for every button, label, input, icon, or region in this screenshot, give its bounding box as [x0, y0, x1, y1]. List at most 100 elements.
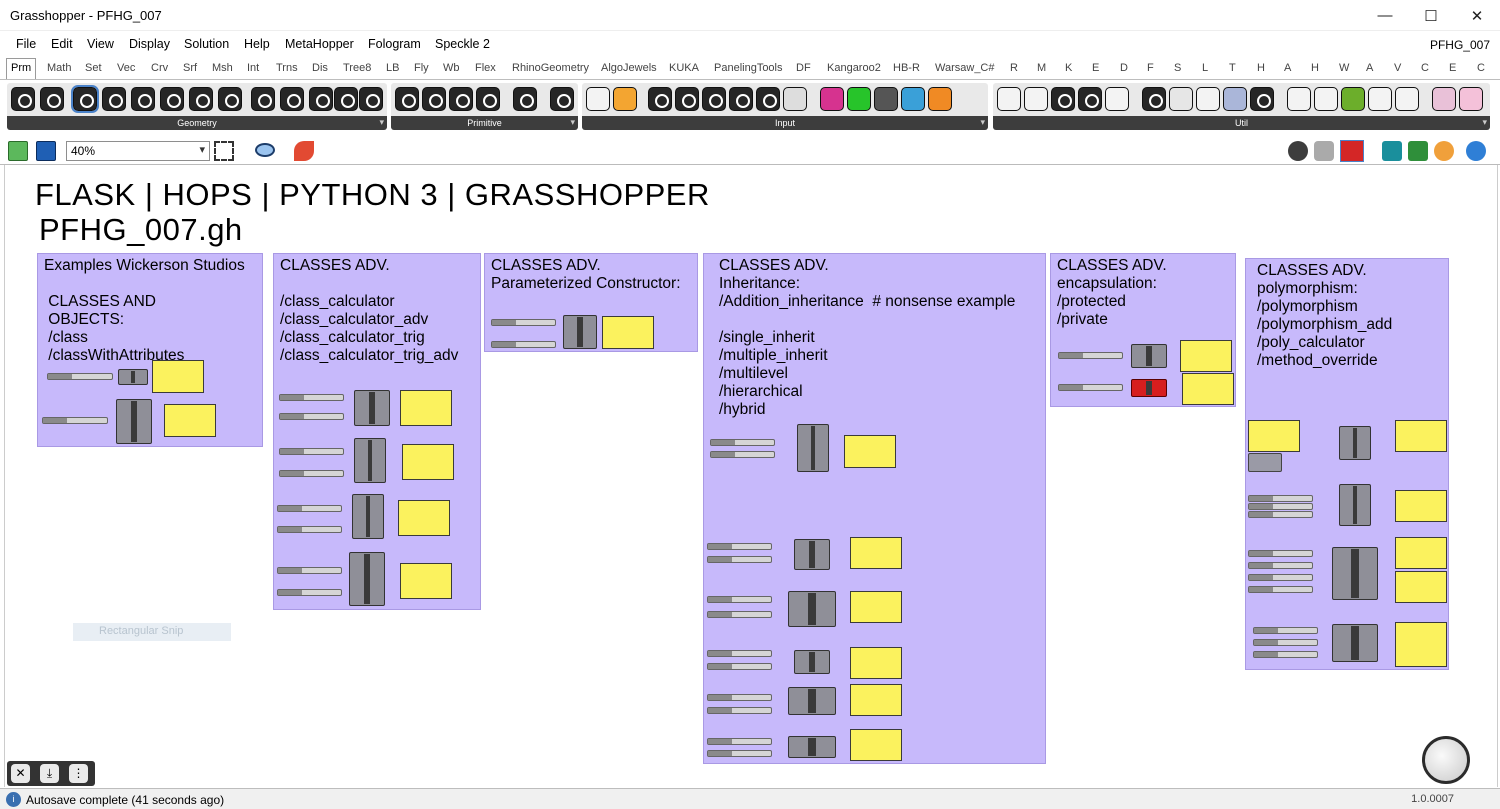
tab-a2[interactable]: A [1366, 62, 1373, 74]
matrix-icon[interactable] [847, 87, 871, 111]
number-slider[interactable] [707, 596, 772, 603]
tab-e2[interactable]: E [1449, 62, 1456, 74]
output-panel[interactable] [400, 390, 452, 426]
number-slider[interactable] [710, 439, 775, 446]
group-polymorphism[interactable]: CLASSES ADV. polymorphism: /polymorphism… [1245, 258, 1449, 670]
no-search-icon[interactable] [1395, 87, 1419, 111]
tab-df[interactable]: DF [796, 62, 811, 74]
number-slider[interactable] [491, 319, 556, 326]
box-icon[interactable] [280, 87, 304, 111]
group-class-calculator[interactable]: CLASSES ADV. /class_calculator /class_ca… [273, 253, 481, 610]
hops-component[interactable] [1131, 344, 1167, 368]
menu-file[interactable]: File [16, 37, 36, 51]
flask-icon[interactable] [1459, 87, 1483, 111]
number-slider[interactable] [707, 611, 772, 618]
menu-metahopper[interactable]: MetaHopper [285, 37, 354, 51]
number-slider[interactable] [1248, 574, 1313, 581]
line-icon[interactable] [102, 87, 126, 111]
number-slider[interactable] [707, 707, 772, 714]
toggle-icon[interactable] [675, 87, 699, 111]
tab-prm[interactable]: Prm [6, 58, 37, 79]
tab-hb-r[interactable]: HB-R [893, 62, 920, 74]
hops-component[interactable] [794, 539, 830, 570]
number-slider[interactable] [1058, 384, 1123, 391]
hops-component[interactable] [563, 315, 597, 349]
zoom-extents-icon[interactable] [214, 141, 234, 161]
number-slider[interactable] [277, 589, 342, 596]
arrow-outline-icon[interactable] [1314, 87, 1338, 111]
wireframe-icon[interactable] [1314, 141, 1334, 161]
md-slider-icon[interactable] [928, 87, 952, 111]
hops-component[interactable] [116, 399, 152, 444]
tab-flex[interactable]: Flex [475, 62, 496, 74]
expand-icon[interactable]: ▾ [980, 117, 985, 128]
maximize-button[interactable]: ☐ [1408, 0, 1454, 31]
group-encapsulation[interactable]: CLASSES ADV. encapsulation: /protected /… [1050, 253, 1236, 407]
tab-c[interactable]: C [1421, 62, 1429, 74]
hops-component[interactable] [1339, 426, 1371, 460]
hops-component[interactable] [354, 438, 386, 483]
hops-component[interactable] [788, 687, 836, 715]
tab-c2[interactable]: C [1477, 62, 1485, 74]
geometry-icon[interactable] [334, 87, 358, 111]
close-button[interactable]: ✕ [1454, 0, 1500, 31]
menu-display[interactable]: Display [129, 37, 170, 51]
tab-l[interactable]: L [1202, 62, 1208, 74]
hops-icon[interactable] [1341, 87, 1365, 111]
hops-component[interactable] [788, 591, 836, 627]
zoom-dropdown[interactable]: 40% ▾ [66, 141, 210, 161]
minimize-button[interactable]: — [1362, 0, 1408, 31]
import-icon[interactable] [586, 87, 610, 111]
material-icon[interactable] [1434, 141, 1454, 161]
search-icon[interactable] [1368, 87, 1392, 111]
tab-m[interactable]: M [1037, 62, 1046, 74]
output-panel[interactable] [1395, 622, 1447, 667]
vector-icon[interactable] [40, 87, 64, 111]
menu-speckle[interactable]: Speckle 2 [435, 37, 490, 51]
number-slider[interactable] [707, 750, 772, 757]
number-icon[interactable] [449, 87, 473, 111]
output-panel[interactable] [1180, 340, 1232, 372]
number-slider[interactable] [279, 448, 344, 455]
output-panel[interactable] [850, 729, 902, 761]
tab-f[interactable]: F [1147, 62, 1154, 74]
save-file-icon[interactable] [36, 141, 56, 161]
tab-kuka[interactable]: KUKA [669, 62, 699, 74]
shaded-preview-icon[interactable] [1340, 140, 1364, 162]
cherry-icon[interactable] [1024, 87, 1048, 111]
menu-edit[interactable]: Edit [51, 37, 73, 51]
output-panel[interactable] [164, 404, 216, 437]
number-slider[interactable] [1248, 550, 1313, 557]
number-slider[interactable] [1248, 511, 1313, 518]
navigation-compass-icon[interactable] [1422, 736, 1470, 784]
selected-preview-icon[interactable] [1408, 141, 1428, 161]
display-mode-icon[interactable] [1288, 141, 1308, 161]
open-file-icon[interactable] [8, 141, 28, 161]
gradient-icon[interactable] [613, 87, 637, 111]
sketch-icon[interactable] [1078, 87, 1102, 111]
boolean-icon[interactable] [395, 87, 419, 111]
number-slider[interactable] [1248, 495, 1313, 502]
panel-icon[interactable] [756, 87, 780, 111]
value-list-icon[interactable] [729, 87, 753, 111]
hops-component[interactable] [797, 424, 829, 472]
data-path-icon[interactable] [513, 87, 537, 111]
tab-h2[interactable]: H [1311, 62, 1319, 74]
expand-icon[interactable]: ▾ [379, 117, 384, 128]
abc-icon[interactable] [1105, 87, 1129, 111]
tab-rhinogeometry[interactable]: RhinoGeometry [512, 62, 589, 74]
number-slider[interactable] [707, 650, 772, 657]
number-slider[interactable] [1248, 586, 1313, 593]
tab-w[interactable]: W [1339, 62, 1349, 74]
data-parameter[interactable] [1248, 453, 1282, 472]
number-slider[interactable] [1248, 562, 1313, 569]
number-slider[interactable] [1253, 651, 1318, 658]
output-panel[interactable] [850, 684, 902, 716]
colour-swatch-icon[interactable] [783, 87, 807, 111]
tab-lb[interactable]: LB [386, 62, 399, 74]
menu-fologram[interactable]: Fologram [368, 37, 421, 51]
pencil-icon[interactable] [1196, 87, 1220, 111]
group-inheritance[interactable]: CLASSES ADV. Inheritance: /Addition_inhe… [703, 253, 1046, 764]
arrow-right-icon[interactable] [1287, 87, 1311, 111]
output-panel[interactable] [152, 360, 204, 393]
